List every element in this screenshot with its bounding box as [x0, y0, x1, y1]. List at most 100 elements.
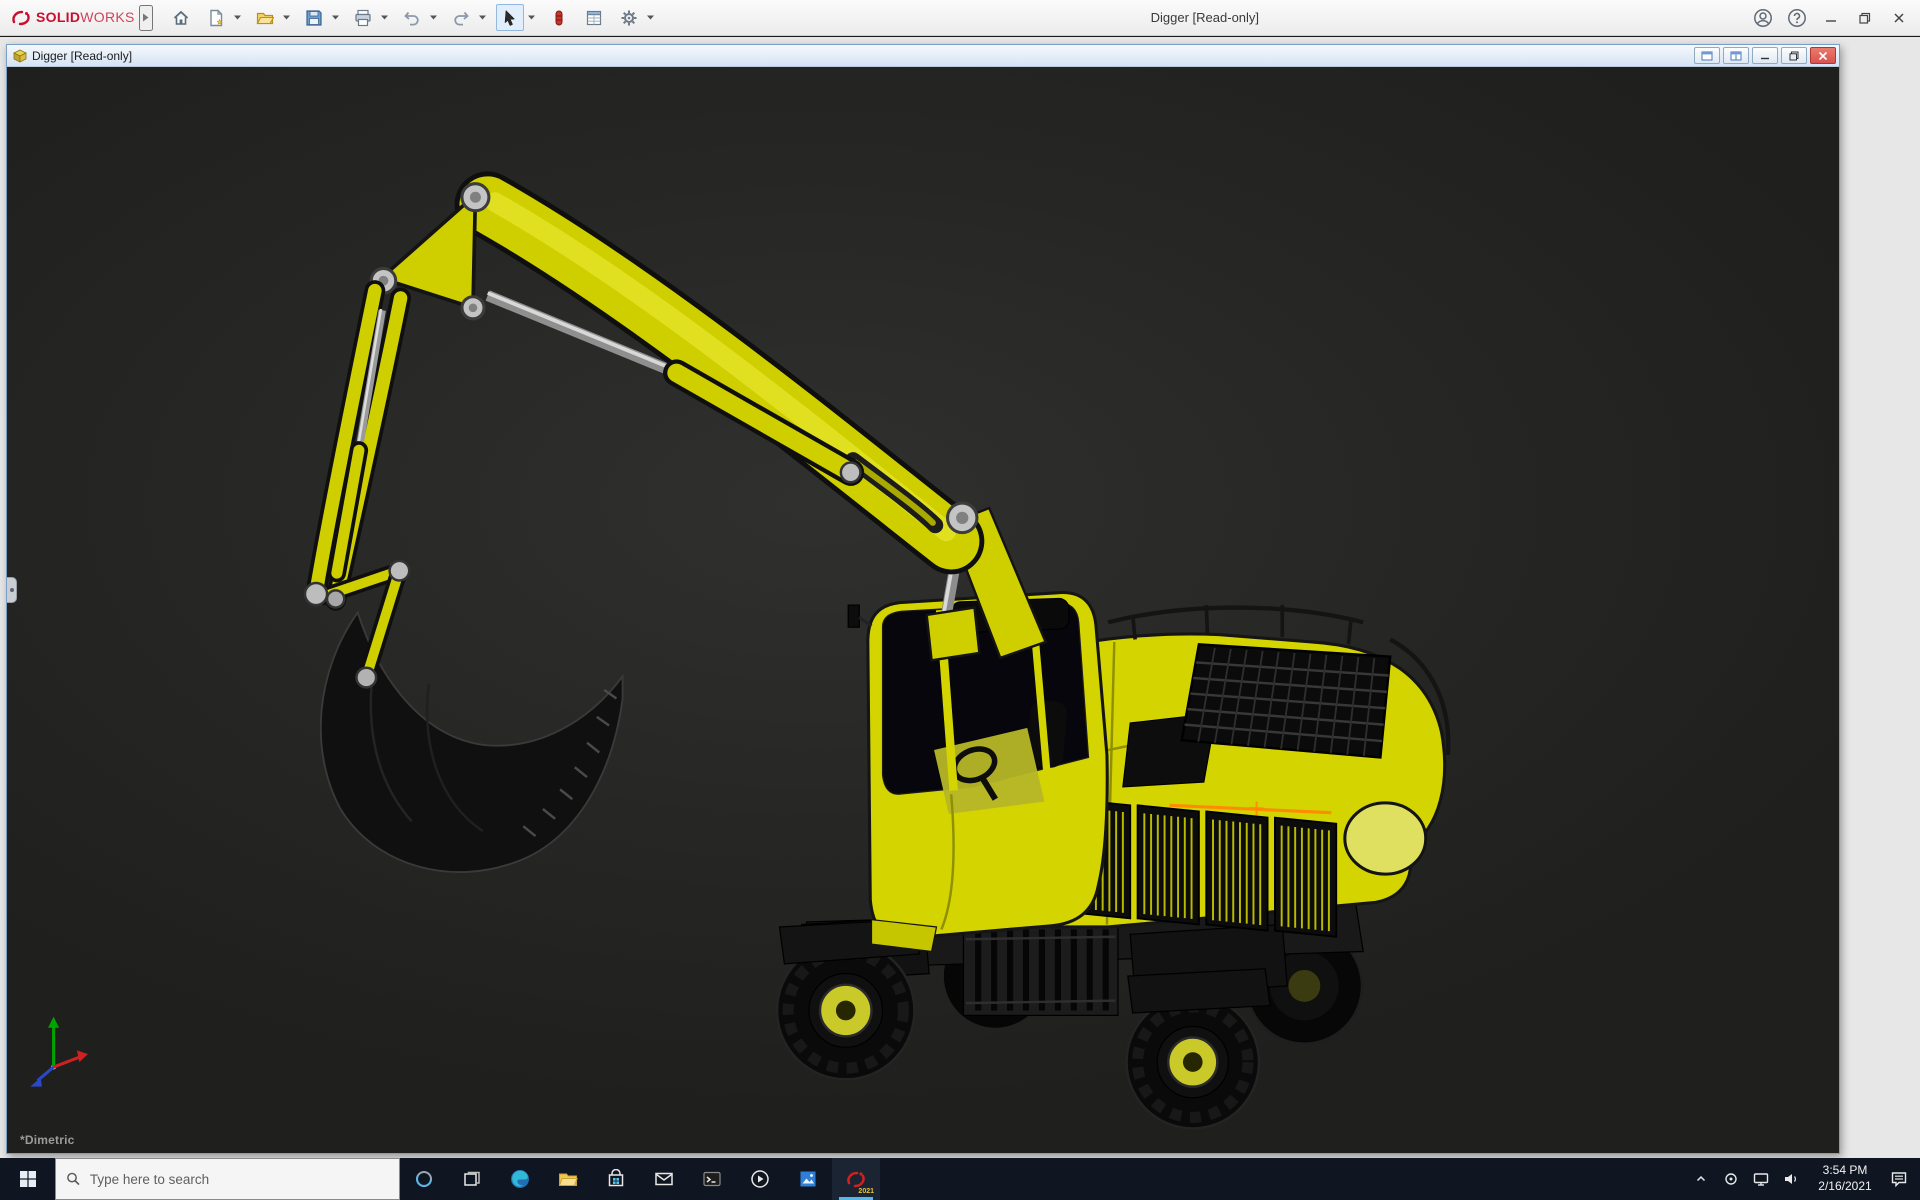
- hidden-icons-button[interactable]: [1686, 1158, 1716, 1200]
- stick-group[interactable]: [316, 291, 401, 601]
- close-button[interactable]: [1882, 1, 1916, 35]
- system-tray: 3:54 PM 2/16/2021: [1686, 1158, 1920, 1200]
- mail-icon: [654, 1169, 674, 1189]
- home-icon: [172, 9, 190, 27]
- restore-icon: [1859, 12, 1871, 24]
- undo-icon: [403, 9, 421, 27]
- network-button[interactable]: [1746, 1158, 1776, 1200]
- volume-button[interactable]: [1776, 1158, 1806, 1200]
- body-group[interactable]: [1052, 605, 1449, 937]
- gear-icon: [620, 9, 638, 27]
- save-icon: [305, 9, 323, 27]
- cortana-icon: [414, 1169, 434, 1189]
- doc-minimize-icon: [1760, 51, 1770, 61]
- file-properties-icon: [585, 9, 603, 27]
- taskbar-app-edge[interactable]: [496, 1158, 544, 1200]
- undo-dropdown[interactable]: [427, 4, 440, 31]
- select-arrow-icon: [501, 9, 519, 27]
- brand-text-solid: SOLID: [36, 9, 80, 25]
- minimize-icon: [1825, 12, 1837, 24]
- doc-minimize-button[interactable]: [1752, 47, 1778, 64]
- taskbar-app-file-explorer[interactable]: [544, 1158, 592, 1200]
- open-button[interactable]: [251, 4, 279, 31]
- cortana-button[interactable]: [400, 1158, 448, 1200]
- minimize-button[interactable]: [1814, 1, 1848, 35]
- network-icon: [1753, 1171, 1769, 1187]
- home-button[interactable]: [167, 4, 195, 31]
- taskbar-app-media-player[interactable]: [736, 1158, 784, 1200]
- doc-restore-button[interactable]: [1781, 47, 1807, 64]
- taskbar-app-terminal[interactable]: [688, 1158, 736, 1200]
- new-document-icon: [207, 9, 225, 27]
- select-tool-dropdown[interactable]: [525, 4, 538, 31]
- red-tool-button[interactable]: [545, 4, 573, 31]
- taskbar-clock[interactable]: 3:54 PM 2/16/2021: [1806, 1163, 1884, 1194]
- document-title: Digger [Read-only]: [32, 49, 1691, 63]
- collapsed-panel-tab[interactable]: [7, 577, 17, 603]
- account-button[interactable]: [1746, 1, 1780, 35]
- photos-icon: [798, 1169, 818, 1189]
- redo-icon: [452, 9, 470, 27]
- menu-bar: SOLIDWORKS: [0, 0, 1920, 36]
- doc-pane-tile-button[interactable]: [1723, 47, 1749, 64]
- start-button[interactable]: [0, 1158, 55, 1200]
- menu-flyout-arrow[interactable]: [139, 5, 153, 31]
- taskbar-app-solidworks[interactable]: 2021: [832, 1158, 880, 1200]
- pane-tile-icon: [1730, 51, 1742, 61]
- close-icon: [1893, 12, 1905, 24]
- action-center-button[interactable]: [1884, 1158, 1914, 1200]
- select-tool-button[interactable]: [496, 4, 524, 31]
- print-dropdown[interactable]: [378, 4, 391, 31]
- tray-status-icon-button[interactable]: [1716, 1158, 1746, 1200]
- document-type-icon: [13, 49, 27, 63]
- doc-close-icon: [1818, 51, 1828, 61]
- clock-date: 2/16/2021: [1808, 1179, 1882, 1195]
- maximize-button[interactable]: [1848, 1, 1882, 35]
- terminal-icon: [702, 1169, 722, 1189]
- print-icon: [354, 9, 372, 27]
- save-button[interactable]: [300, 4, 328, 31]
- solidworks-logo[interactable]: SOLIDWORKS: [10, 9, 135, 27]
- solidworks-version-badge: 2021: [858, 1188, 874, 1195]
- save-dropdown[interactable]: [329, 4, 342, 31]
- file-explorer-icon: [558, 1169, 578, 1189]
- pane-cascade-icon: [1701, 51, 1713, 61]
- excavator-model[interactable]: [7, 67, 1839, 1153]
- reference-triad: [30, 1017, 88, 1087]
- options-button[interactable]: [615, 4, 643, 31]
- file-properties-button[interactable]: [580, 4, 608, 31]
- doc-close-button[interactable]: [1810, 47, 1836, 64]
- redo-button[interactable]: [447, 4, 475, 31]
- solidworks-app-icon: [845, 1168, 867, 1190]
- task-view-button[interactable]: [448, 1158, 496, 1200]
- media-player-icon: [750, 1169, 770, 1189]
- status-dot-icon: [1724, 1172, 1738, 1186]
- open-dropdown[interactable]: [280, 4, 293, 31]
- redo-dropdown[interactable]: [476, 4, 489, 31]
- taskbar-app-mail[interactable]: [640, 1158, 688, 1200]
- taskbar-search[interactable]: [55, 1158, 400, 1200]
- doc-pane-cascade-button[interactable]: [1694, 47, 1720, 64]
- new-document-dropdown[interactable]: [231, 4, 244, 31]
- document-titlebar[interactable]: Digger [Read-only]: [7, 45, 1839, 67]
- help-button[interactable]: [1780, 1, 1814, 35]
- search-input[interactable]: [90, 1172, 389, 1187]
- undo-button[interactable]: [398, 4, 426, 31]
- main-window-title: Digger [Read-only]: [664, 10, 1746, 25]
- solidworks-mark-icon: [10, 9, 32, 27]
- open-folder-icon: [256, 9, 274, 27]
- taskbar-app-photos[interactable]: [784, 1158, 832, 1200]
- taskbar-app-store[interactable]: [592, 1158, 640, 1200]
- help-icon: [1787, 8, 1807, 28]
- user-account-icon: [1753, 8, 1773, 28]
- options-dropdown[interactable]: [644, 4, 657, 31]
- new-document-button[interactable]: [202, 4, 230, 31]
- store-icon: [606, 1169, 626, 1189]
- print-button[interactable]: [349, 4, 377, 31]
- red-tool-icon: [550, 9, 568, 27]
- clock-time: 3:54 PM: [1808, 1163, 1882, 1179]
- boom-group[interactable]: [371, 184, 1045, 661]
- viewport-3d[interactable]: *Dimetric: [7, 67, 1839, 1153]
- action-center-icon: [1890, 1170, 1908, 1188]
- document-window: Digger [Read-only]: [6, 44, 1840, 1154]
